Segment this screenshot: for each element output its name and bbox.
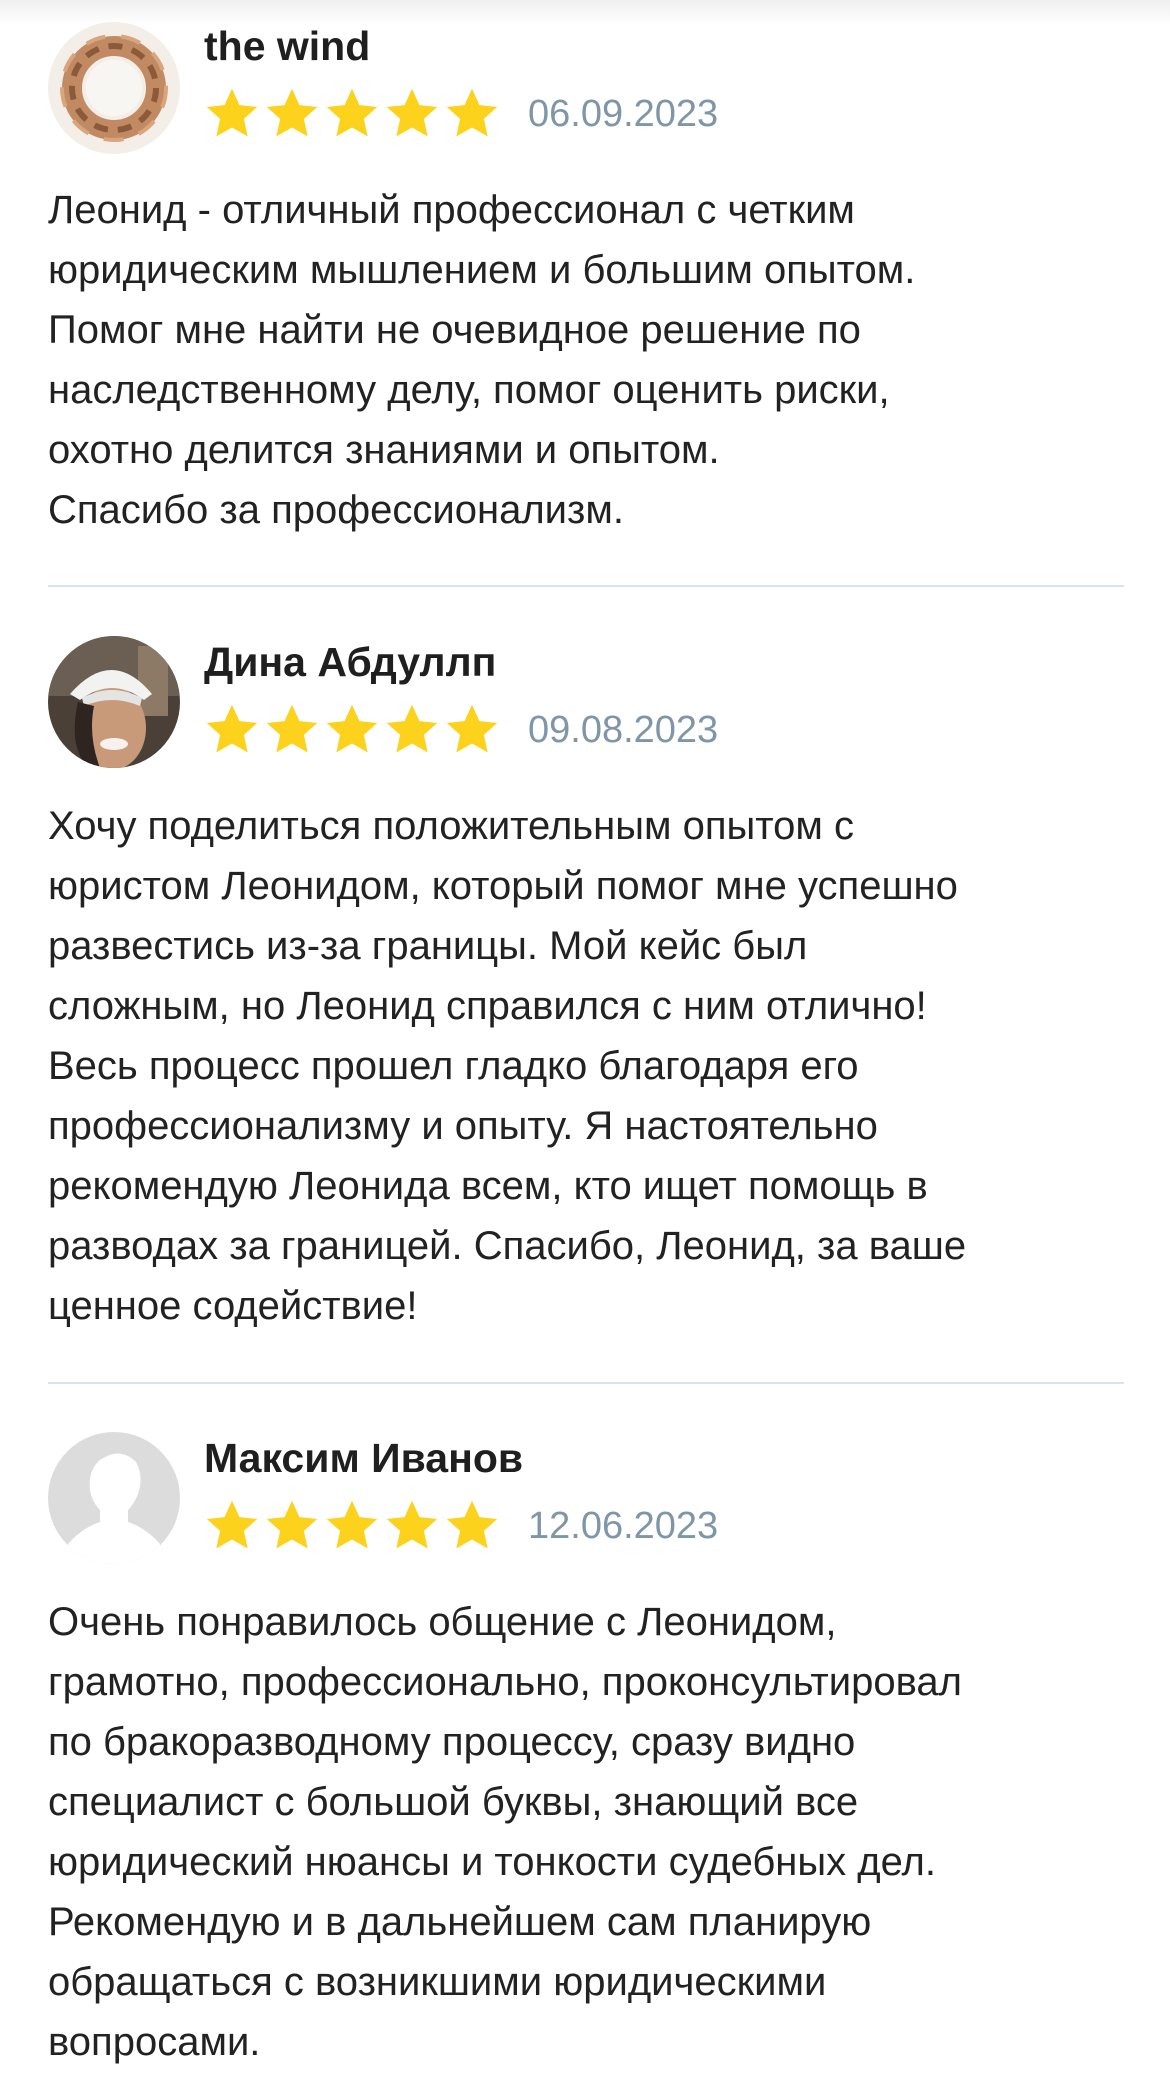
- review-text-line: специалист с большой буквы, знающий все: [48, 1780, 859, 1824]
- star-icon: [386, 88, 438, 137]
- review-text-line: Весь процесс прошел гладко благодаря его: [48, 1044, 859, 1088]
- author-name: Максим Иванов: [204, 1435, 524, 1481]
- review-text: Хочу поделиться положительным опытом с ю…: [48, 796, 1124, 1336]
- star-icon: [326, 704, 378, 753]
- woman-in-white-hat-photo-icon: [48, 636, 180, 768]
- review-date: 06.09.2023: [528, 93, 719, 135]
- star-icon: [386, 704, 438, 753]
- author-name: Дина Абдуллп: [204, 639, 497, 685]
- review-text-line: обращаться с возникшими юридическими: [48, 1960, 827, 2004]
- review-text: Очень понравилось общение с Леонидом, гр…: [48, 1592, 1124, 2072]
- author-name: the wind: [204, 23, 371, 69]
- star-icon: [266, 704, 318, 753]
- avatar[interactable]: [48, 1432, 180, 1564]
- review-text-line: Очень понравилось общение с Леонидом,: [48, 1600, 837, 1644]
- review-text-line: юридическим мышлением и большим опытом.: [48, 248, 916, 292]
- review-text-line: рекомендую Леонида всем, кто ищет помощь…: [48, 1164, 928, 1208]
- hands-circle-photo-icon: [48, 22, 180, 154]
- review-text-line: наследственному делу, помог оценить риск…: [48, 368, 890, 412]
- default-user-silhouette-icon: [48, 1432, 180, 1564]
- star-icon: [206, 704, 258, 753]
- review-card: Максим Иванов 12.06.2023 Очень понравило…: [48, 1432, 1124, 2079]
- rating-stars: [204, 1498, 500, 1554]
- review-text-line: ценное содействие!: [48, 1284, 418, 1328]
- divider: [48, 585, 1124, 587]
- review-text-line: сложным, но Леонид справился с ним отлич…: [48, 984, 927, 1028]
- star-icon: [386, 1500, 438, 1549]
- review-text-line: Рекомендую и в дальнейшем сам планирую: [48, 1900, 872, 1944]
- review-text-line: охотно делится знаниями и опытом.: [48, 428, 720, 472]
- star-icon: [206, 1500, 258, 1549]
- review-text-line: Помог мне найти не очевидное решение по: [48, 308, 861, 352]
- review-date: 12.06.2023: [528, 1505, 719, 1547]
- avatar[interactable]: [48, 22, 180, 154]
- star-icon: [326, 88, 378, 137]
- review-text-line: Спасибо за профессионализм.: [48, 488, 624, 532]
- review-date: 09.08.2023: [528, 709, 719, 751]
- review-text-line: Хочу поделиться положительным опытом с: [48, 804, 854, 848]
- star-icon: [266, 1500, 318, 1549]
- divider: [48, 1382, 1124, 1384]
- star-icon: [206, 88, 258, 137]
- review-card: Дина Абдуллп 09.08.2023 Хочу поделиться …: [48, 636, 1124, 1356]
- review-text-line: юридический нюансы и тонкости судебных д…: [48, 1840, 936, 1884]
- review-text-line: грамотно, профессионально, проконсультир…: [48, 1660, 962, 1704]
- review-card: the wind 06.09.2023 Леонид - отличный пр…: [48, 18, 1124, 532]
- review-text-line: развестись из-за границы. Мой кейс был: [48, 924, 808, 968]
- review-text-line: разводах за границей. Спасибо, Леонид, з…: [48, 1224, 967, 1268]
- review-text-line: по бракоразводному процессу, сразу видно: [48, 1720, 856, 1764]
- star-icon: [446, 88, 498, 137]
- star-icon: [326, 1500, 378, 1549]
- star-icon: [446, 704, 498, 753]
- review-text-line: вопросами.: [48, 2020, 261, 2064]
- review-text-line: Леонид - отличный профессионал с четким: [48, 188, 855, 232]
- review-text: Леонид - отличный профессионал с четким …: [48, 180, 1124, 540]
- star-icon: [446, 1500, 498, 1549]
- review-text-line: юристом Леонидом, который помог мне успе…: [48, 864, 958, 908]
- star-icon: [266, 88, 318, 137]
- rating-stars: [204, 702, 500, 758]
- avatar[interactable]: [48, 636, 180, 768]
- review-text-line: профессионализму и опыту. Я настоятельно: [48, 1104, 878, 1148]
- rating-stars: [204, 86, 500, 142]
